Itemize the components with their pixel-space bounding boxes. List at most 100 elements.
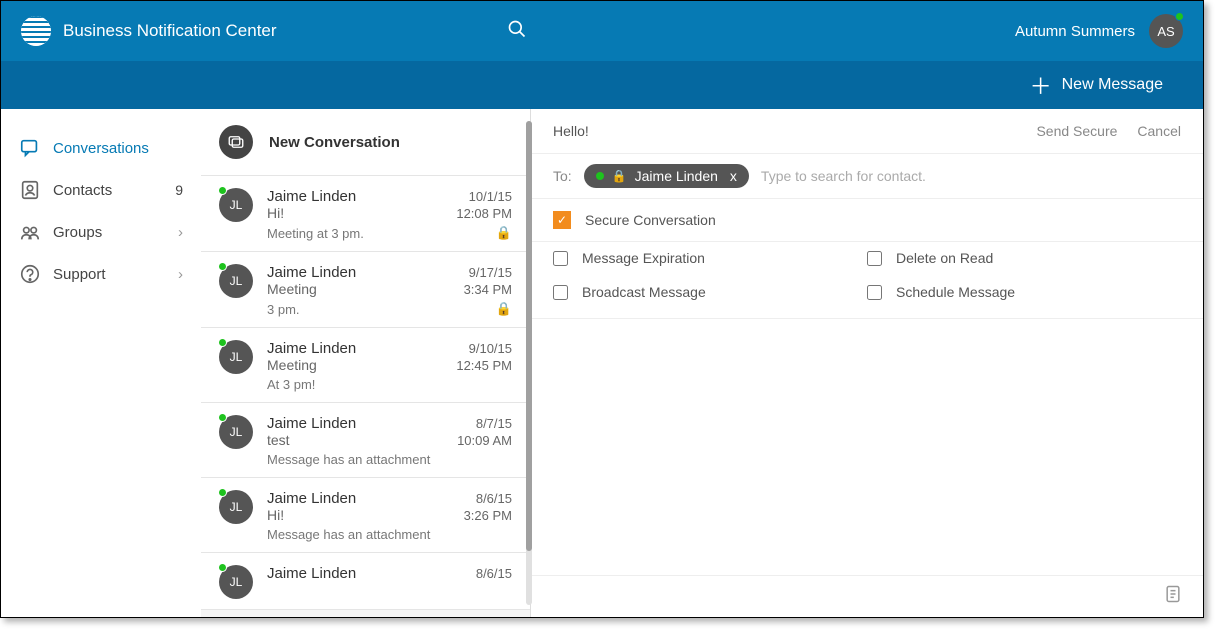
support-icon (19, 263, 41, 285)
checkbox[interactable] (867, 285, 882, 300)
compose-top: Hello! Send Secure Cancel (531, 109, 1203, 154)
to-input[interactable] (761, 168, 1181, 184)
conversation-date: 8/7/15 (476, 416, 512, 431)
avatar-wrap: JL (219, 490, 253, 542)
avatar-initials: AS (1157, 24, 1174, 39)
sidebar-item-groups[interactable]: Groups › (1, 211, 201, 253)
option-delete-on-read[interactable]: Delete on Read (867, 250, 1181, 266)
conversation-content: Jaime Linden 8/6/15 (267, 565, 512, 599)
conversation-time: 3:34 PM (464, 282, 512, 297)
conversation-item[interactable]: JL Jaime Linden 8/7/15 test 10:09 AM Mes… (201, 403, 530, 478)
cancel-button[interactable]: Cancel (1137, 123, 1181, 139)
sidebar-item-support[interactable]: Support › (1, 253, 201, 295)
avatar-wrap: JL (219, 188, 253, 241)
chevron-right-icon: › (178, 224, 183, 241)
conversation-items: JL Jaime Linden 10/1/15 Hi! 12:08 PM Mee… (201, 176, 530, 610)
option-label: Schedule Message (896, 284, 1015, 300)
conversation-time: 3:26 PM (464, 508, 512, 523)
conversation-snippet: At 3 pm! (267, 377, 315, 392)
sidebar-item-label: Groups (53, 224, 166, 241)
avatar-wrap: JL (219, 340, 253, 392)
avatar-wrap: JL (219, 565, 253, 599)
conversation-name: Jaime Linden (267, 264, 356, 281)
compose-actions: Send Secure Cancel (1036, 123, 1181, 139)
conversation-date: 9/10/15 (469, 341, 512, 356)
conversation-snippet: 3 pm. (267, 302, 300, 317)
to-row: To: 🔒 Jaime Linden x (531, 154, 1203, 199)
option-label: Delete on Read (896, 250, 993, 266)
chevron-right-icon: › (178, 266, 183, 283)
conversation-name: Jaime Linden (267, 415, 356, 432)
conversation-name: Jaime Linden (267, 490, 356, 507)
secure-conversation-row[interactable]: ✓ Secure Conversation (531, 199, 1203, 242)
conversation-subject: Hi! (267, 205, 284, 221)
compose-bottom (531, 575, 1203, 617)
conversation-subject: test (267, 432, 290, 448)
conversation-item[interactable]: JL Jaime Linden 8/6/15 Hi! 3:26 PM Messa… (201, 478, 530, 553)
conversation-item[interactable]: JL Jaime Linden 10/1/15 Hi! 12:08 PM Mee… (201, 176, 530, 252)
new-message-button[interactable]: ＋ New Message (1030, 69, 1163, 101)
att-logo-icon (21, 16, 51, 46)
sidebar-item-label: Conversations (53, 140, 183, 157)
search-icon[interactable] (507, 19, 527, 44)
status-dot-icon (218, 262, 227, 271)
sidebar: Conversations Contacts 9 Groups › (1, 109, 201, 617)
checkbox[interactable] (553, 251, 568, 266)
compose-body[interactable] (531, 319, 1203, 575)
user-area: Autumn Summers AS (1015, 14, 1183, 48)
compose-pane: Hello! Send Secure Cancel To: 🔒 Jaime Li… (531, 109, 1203, 617)
header-top: Business Notification Center Autumn Summ… (1, 1, 1203, 61)
avatar-wrap: JL (219, 415, 253, 467)
conversation-snippet: Meeting at 3 pm. (267, 226, 364, 241)
current-user-avatar[interactable]: AS (1149, 14, 1183, 48)
conversation-name: Jaime Linden (267, 188, 356, 205)
checkbox[interactable] (553, 285, 568, 300)
conversation-content: Jaime Linden 8/6/15 Hi! 3:26 PM Message … (267, 490, 512, 542)
contacts-icon (19, 179, 41, 201)
conversation-subject: Meeting (267, 357, 317, 373)
conversation-item[interactable]: JL Jaime Linden 9/10/15 Meeting 12:45 PM… (201, 328, 530, 403)
option-message-expiration[interactable]: Message Expiration (553, 250, 867, 266)
send-secure-button[interactable]: Send Secure (1036, 123, 1117, 139)
status-dot-icon (218, 413, 227, 422)
sidebar-item-contacts[interactable]: Contacts 9 (1, 169, 201, 211)
subject-input[interactable]: Hello! (553, 123, 1036, 139)
conversation-item[interactable]: JL Jaime Linden 9/17/15 Meeting 3:34 PM … (201, 252, 530, 328)
option-schedule-message[interactable]: Schedule Message (867, 284, 1181, 300)
scroll-thumb[interactable] (526, 121, 532, 551)
conversation-date: 10/1/15 (469, 189, 512, 204)
status-dot-icon (218, 488, 227, 497)
conversation-content: Jaime Linden 10/1/15 Hi! 12:08 PM Meetin… (267, 188, 512, 241)
option-label: Broadcast Message (582, 284, 706, 300)
status-dot-icon (1175, 12, 1184, 21)
conversation-content: Jaime Linden 9/17/15 Meeting 3:34 PM 3 p… (267, 264, 512, 317)
header-sub: ＋ New Message (1, 61, 1203, 109)
conversation-content: Jaime Linden 9/10/15 Meeting 12:45 PM At… (267, 340, 512, 392)
recipient-chip[interactable]: 🔒 Jaime Linden x (584, 164, 749, 188)
recipient-name: Jaime Linden (635, 168, 718, 184)
conversation-list: New Conversation JL Jaime Linden 10/1/15… (201, 109, 531, 617)
conversation-item[interactable]: JL Jaime Linden 8/6/15 (201, 553, 530, 610)
new-conversation-header[interactable]: New Conversation (201, 109, 530, 176)
remove-recipient-icon[interactable]: x (726, 168, 737, 184)
sidebar-item-label: Contacts (53, 182, 163, 199)
to-label: To: (553, 168, 572, 184)
conversation-content: Jaime Linden 8/7/15 test 10:09 AM Messag… (267, 415, 512, 467)
status-dot-icon (596, 172, 604, 180)
conversation-time: 12:08 PM (456, 206, 512, 221)
lock-icon: 🔒 (496, 301, 512, 317)
option-broadcast-message[interactable]: Broadcast Message (553, 284, 867, 300)
sidebar-item-conversations[interactable]: Conversations (1, 127, 201, 169)
scrollbar[interactable] (524, 109, 534, 617)
status-dot-icon (218, 186, 227, 195)
logo: Business Notification Center (21, 16, 277, 46)
attachment-icon[interactable] (1163, 584, 1183, 609)
secure-checkbox[interactable]: ✓ (553, 211, 571, 229)
new-conversation-label: New Conversation (269, 134, 400, 151)
new-message-label: New Message (1062, 76, 1163, 94)
plus-icon: ＋ (1030, 69, 1052, 101)
checkbox[interactable] (867, 251, 882, 266)
sidebar-item-label: Support (53, 266, 166, 283)
conversation-date: 9/17/15 (469, 265, 512, 280)
lock-icon: 🔒 (496, 225, 512, 241)
